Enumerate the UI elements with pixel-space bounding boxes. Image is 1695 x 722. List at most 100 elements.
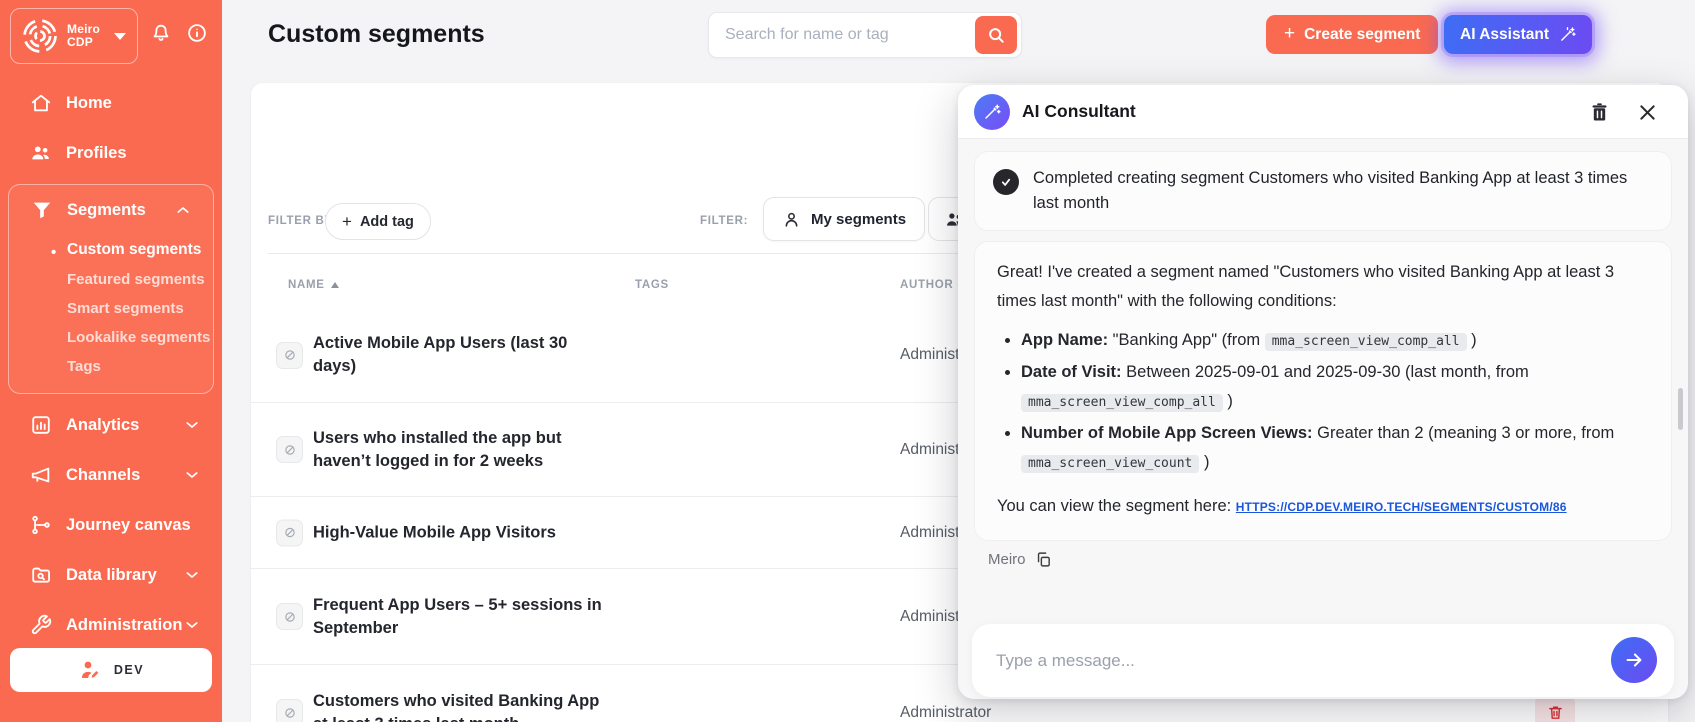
sidebar-item-smart-segments[interactable]: Smart segments [9,294,213,323]
sidebar-item-profiles[interactable]: Profiles [0,128,222,178]
magic-wand-icon [1559,26,1576,43]
sidebar-nav: Home Profiles Segments •Custom segments … [0,78,222,650]
notifications-button[interactable] [150,22,172,47]
active-dot: • [51,244,56,261]
clear-conversation-button[interactable] [1586,99,1612,125]
panel-scrollbar[interactable] [1678,388,1683,430]
message-conditions-list: App Name: "Banking App" (from mma_screen… [1021,326,1649,478]
segment-link[interactable]: HTTPS://CDP.DEV.MEIRO.TECH/SEGMENTS/CUST… [1236,500,1567,514]
sender-row: Meiro [988,551,1672,568]
ai-consultant-panel: AI Consultant Completed creating segment… [958,85,1688,699]
workspace-switcher[interactable]: MeiroCDP [10,8,138,64]
sidebar-item-label: Home [66,94,112,113]
message-intro: Great! I've created a segment named "Cus… [997,258,1649,316]
segment-hidden-icon [276,603,303,630]
profiles-icon [30,142,52,164]
chevron-down-icon [114,33,126,40]
condition-item: App Name: "Banking App" (from mma_screen… [1021,326,1649,356]
sidebar-item-lookalike-segments[interactable]: Lookalike segments [9,323,213,352]
sidebar-item-home[interactable]: Home [0,78,222,128]
info-button[interactable] [186,22,208,47]
bell-icon [150,22,172,44]
create-segment-button[interactable]: + Create segment [1266,15,1438,54]
condition-item: Number of Mobile App Screen Views: Great… [1021,419,1649,478]
sidebar-item-label: Analytics [66,416,139,435]
sidebar: MeiroCDP Home Profiles [0,0,222,722]
analytics-icon [30,414,52,436]
app: MeiroCDP Home Profiles [0,0,1695,722]
arrow-right-icon [1623,649,1645,671]
column-header-name[interactable]: NAME [288,279,339,291]
info-icon [186,22,208,44]
assistant-message: Great! I've created a segment named "Cus… [974,241,1672,541]
close-icon [1637,102,1658,123]
chevron-down-icon [184,617,200,633]
ai-assistant-button[interactable]: AI Assistant [1444,15,1592,54]
trash-icon [1589,102,1610,123]
segment-hidden-icon [276,519,303,546]
ai-avatar [974,94,1010,130]
sidebar-item-label: Administration [66,616,182,635]
sidebar-item-featured-segments[interactable]: Featured segments [9,265,213,294]
search-icon [986,25,1006,45]
segments-group: Segments •Custom segments Featured segme… [8,184,214,394]
topbar: Custom segments + Create segment AI Assi… [222,0,1695,72]
sidebar-item-channels[interactable]: Channels [0,450,222,500]
segment-hidden-icon [276,436,303,463]
plus-icon: + [1284,23,1295,45]
copy-message-button[interactable] [1035,551,1052,568]
segment-name-cell: Frequent App Users – 5+ sessions in Sept… [276,594,606,640]
send-message-button[interactable] [1611,637,1657,683]
funnel-icon [31,199,53,221]
meiro-logo-icon [21,17,59,55]
page-title: Custom segments [268,20,485,49]
brand-name: MeiroCDP [67,23,100,49]
user-icon [782,210,801,229]
ai-conversation: Completed creating segment Customers who… [958,139,1688,609]
sidebar-item-custom-segments[interactable]: •Custom segments [9,235,213,265]
sidebar-item-tags[interactable]: Tags [9,352,213,381]
filter-label: FILTER: [700,215,748,227]
message-outro: You can view the segment here: HTTPS://C… [997,492,1649,522]
wrench-icon [30,614,52,636]
sidebar-item-data-library[interactable]: Data library [0,550,222,600]
chevron-down-icon [184,567,200,583]
close-panel-button[interactable] [1634,99,1660,125]
sidebar-item-label: Segments [67,201,146,220]
sidebar-item-label: Profiles [66,144,127,163]
message-input[interactable] [972,624,1592,697]
dev-user-button[interactable]: DEV [10,648,212,692]
segment-hidden-icon [276,342,303,369]
chevron-down-icon [184,417,200,433]
sidebar-item-administration[interactable]: Administration [0,600,222,650]
my-segments-filter-button[interactable]: My segments [763,197,925,241]
search-input[interactable] [709,13,969,57]
sidebar-item-label: Data library [66,566,157,585]
sidebar-item-analytics[interactable]: Analytics [0,400,222,450]
status-text: Completed creating segment Customers who… [1033,166,1643,216]
segment-name-cell: Active Mobile App Users (last 30 days) [276,332,606,378]
segment-author: Administrator [900,704,1100,722]
megaphone-icon [30,464,52,486]
search-button[interactable] [975,16,1017,54]
ai-panel-title: AI Consultant [1022,101,1136,122]
sidebar-item-label: Channels [66,466,140,485]
segment-name: Customers who visited Banking App at lea… [313,690,606,722]
home-icon [30,92,52,114]
condition-item: Date of Visit: Between 2025-09-01 and 20… [1021,358,1649,417]
sidebar-item-segments[interactable]: Segments [9,185,213,235]
segment-name-cell: High-Value Mobile App Visitors [276,519,606,546]
chevron-down-icon [184,467,200,483]
dev-label: DEV [114,663,144,677]
sidebar-item-journey-canvas[interactable]: Journey canvas [0,500,222,550]
data-library-icon [30,564,52,586]
status-message: Completed creating segment Customers who… [974,151,1672,231]
add-tag-button[interactable]: + Add tag [325,203,431,240]
search [708,12,1022,58]
segment-hidden-icon [276,699,303,722]
sort-ascending-icon [331,282,339,288]
sidebar-item-label: Journey canvas [66,516,191,535]
magic-wand-icon [983,103,1001,121]
user-edit-icon [78,658,102,682]
segment-name: Users who installed the app but haven’t … [313,427,606,473]
